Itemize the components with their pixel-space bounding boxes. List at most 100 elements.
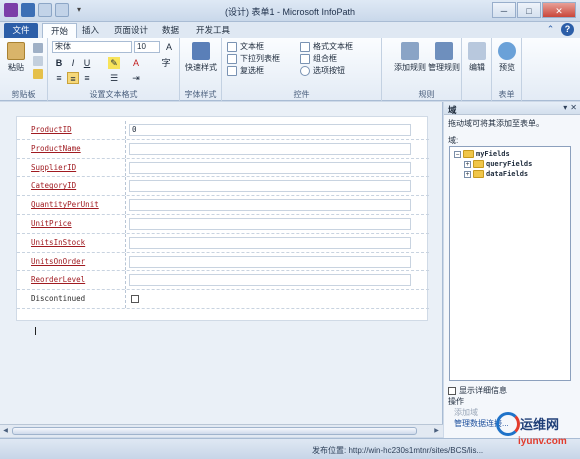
form-row: CategoryID — [17, 177, 429, 197]
font-color-icon[interactable]: A — [130, 57, 142, 69]
tab-page-design[interactable]: 页面设计 — [106, 23, 156, 38]
discontinued-checkbox[interactable] — [131, 295, 139, 304]
field-label: ProductName — [31, 143, 81, 153]
rich-textbox-icon — [300, 41, 310, 52]
ribbon: 粘贴 剪贴板 宋体 10 A B I U ✎ A ≡ ≡ ≡ ☰ ⇥ 字 设置文… — [0, 38, 580, 101]
form-group-label: 表单 — [498, 90, 515, 99]
publish-location: 发布位置: http://win-hc230s1mtnr/sites/BCS/l… — [312, 446, 484, 455]
categoryid-field[interactable] — [129, 180, 411, 193]
paste-button[interactable]: 粘贴 — [4, 42, 28, 73]
pane-title: 域 — [448, 105, 457, 115]
show-details-option[interactable]: 显示详细信息 — [448, 385, 507, 396]
pane-close-icon[interactable]: ✕ — [570, 103, 577, 112]
collapse-ribbon-icon[interactable]: ⌃ — [544, 23, 557, 36]
underline-button[interactable]: U — [81, 57, 93, 69]
cell-divider — [125, 196, 126, 214]
font-size-select[interactable]: 10 — [134, 41, 160, 53]
align-right-icon[interactable]: ≡ — [81, 72, 93, 84]
font-family-select[interactable]: 宋体 — [52, 41, 132, 53]
tab-insert[interactable]: 插入 — [74, 23, 107, 38]
fields-task-pane: 域 ▾ ✕ 拖动域可将其添加至表单。 域: − myFields + queryFi… — [444, 102, 580, 438]
help-controls: ⌃ ? — [544, 23, 574, 36]
bullets-icon[interactable]: ☰ — [108, 72, 120, 84]
supplierid-field[interactable] — [129, 161, 411, 174]
italic-button[interactable]: I — [67, 57, 79, 69]
control-option-button[interactable]: 选项按钮 — [300, 65, 345, 76]
unitsinstock-field[interactable] — [129, 236, 411, 249]
dropdown-list-icon — [227, 53, 237, 64]
productname-field[interactable] — [129, 142, 411, 155]
field-label: SupplierID — [31, 162, 77, 172]
control-combo-box[interactable]: 组合框 — [300, 53, 337, 64]
form-row: UnitsOnOrder — [17, 252, 429, 272]
control-option-button-label: 选项按钮 — [313, 66, 345, 75]
form-design-area: ProductID 0 ProductName SupplierID Categ… — [0, 102, 443, 424]
control-checkbox[interactable]: 复选框 — [227, 65, 264, 76]
option-button-icon — [300, 65, 310, 76]
tree-node-myfields[interactable]: − myFields — [454, 150, 510, 159]
field-label: QuantityPerUnit — [31, 200, 99, 210]
preview-button[interactable]: 预览 — [494, 42, 520, 73]
close-button[interactable]: ✕ — [542, 2, 576, 18]
bold-button[interactable]: B — [53, 57, 65, 69]
control-combo-box-label: 组合框 — [313, 54, 337, 63]
scroll-thumb[interactable] — [12, 427, 417, 435]
control-dropdown[interactable]: 下拉列表框 — [227, 53, 280, 64]
tree-node-datafields[interactable]: + dataFields — [464, 170, 528, 179]
editing-group: 编辑 — [462, 38, 492, 101]
copy-icon[interactable] — [33, 56, 43, 66]
reorderlevel-field[interactable] — [129, 274, 411, 287]
manage-rules-button[interactable]: 管理规则 — [427, 42, 461, 73]
control-rich-textbox-label: 格式文本框 — [313, 42, 353, 51]
ribbon-tabs: 文件 开始 插入 页面设计 数据 开发工具 ⌃ ? — [0, 22, 580, 38]
field-label: CategoryID — [31, 181, 77, 191]
align-center-icon[interactable]: ≡ — [67, 72, 79, 84]
minimize-button[interactable]: ─ — [492, 2, 516, 18]
font-group: 宋体 10 A B I U ✎ A ≡ ≡ ≡ ☰ ⇥ 字 设置文本格式 — [48, 38, 180, 101]
control-textbox[interactable]: 文本框 — [227, 41, 264, 52]
tab-data[interactable]: 数据 — [154, 23, 187, 38]
form-canvas[interactable]: ProductID 0 ProductName SupplierID Categ… — [16, 116, 429, 335]
show-details-checkbox[interactable] — [448, 386, 456, 395]
scroll-right-icon[interactable]: ▶ — [432, 427, 441, 436]
productid-field[interactable]: 0 — [129, 124, 411, 136]
horizontal-scrollbar[interactable]: ◀ ▶ — [0, 424, 443, 437]
expand-icon[interactable]: + — [464, 160, 471, 168]
tree-node-queryfields[interactable]: + queryFields — [464, 160, 532, 169]
tree-node-label: myFields — [476, 150, 510, 158]
indent-icon[interactable]: ⇥ — [130, 72, 142, 84]
preview-icon — [498, 42, 516, 60]
folder-icon — [473, 170, 484, 178]
quick-styles-button[interactable]: 快速样式 — [183, 42, 219, 73]
add-rule-button[interactable]: 添加规则 — [394, 42, 426, 73]
field-label: UnitsOnOrder — [31, 256, 86, 266]
help-icon[interactable]: ? — [561, 23, 574, 36]
pane-dropdown-icon[interactable]: ▾ — [563, 103, 567, 112]
collapse-icon[interactable]: − — [454, 150, 461, 158]
control-rich-textbox[interactable]: 格式文本框 — [300, 41, 353, 52]
grow-font-icon[interactable]: A — [163, 41, 175, 53]
expand-icon[interactable]: + — [464, 170, 471, 178]
scroll-left-icon[interactable]: ◀ — [1, 427, 10, 436]
fields-tree[interactable]: − myFields + queryFields + dataFields — [449, 146, 571, 381]
tab-file[interactable]: 文件 — [4, 23, 38, 38]
text-style-icon[interactable]: 字 — [160, 57, 172, 69]
quick-styles-label: 快速样式 — [185, 63, 217, 72]
maximize-button[interactable]: □ — [517, 2, 541, 18]
quantityperunit-field[interactable] — [129, 199, 411, 212]
format-painter-icon[interactable] — [33, 69, 43, 79]
cut-icon[interactable] — [33, 43, 43, 53]
text-cursor — [35, 327, 36, 335]
unitprice-field[interactable] — [129, 217, 411, 230]
tab-home[interactable]: 开始 — [42, 23, 78, 38]
control-textbox-label: 文本框 — [240, 42, 264, 51]
highlight-color-icon[interactable]: ✎ — [108, 57, 120, 69]
align-left-icon[interactable]: ≡ — [53, 72, 65, 84]
tab-developer[interactable]: 开发工具 — [188, 23, 238, 38]
form-row: QuantityPerUnit — [17, 196, 429, 215]
add-field-link[interactable]: 添加域 — [454, 407, 478, 418]
watermark-name: 运维网 — [520, 417, 560, 432]
pane-header: 域 ▾ ✕ — [444, 102, 580, 115]
edit-button[interactable]: 编辑 — [464, 42, 490, 73]
unitsonorder-field[interactable] — [129, 255, 411, 268]
